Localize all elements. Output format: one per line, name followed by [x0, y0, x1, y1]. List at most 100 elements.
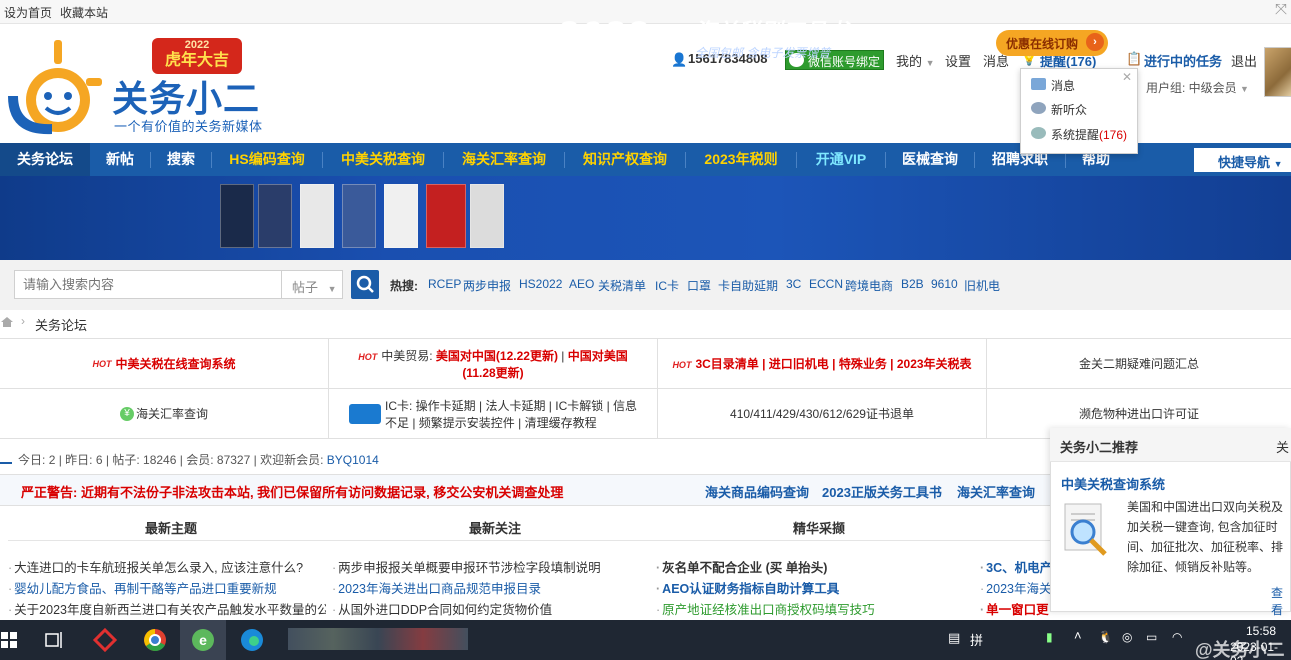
search-button[interactable] [351, 270, 379, 299]
recommend-description: 美国和中国进出口双向关税及加关税一键查询, 包含加征时间、加征批次、加征税率、排… [1127, 500, 1284, 574]
search-scope-select[interactable]: 帖子 ▼ [282, 270, 343, 299]
hot-tag[interactable]: 旧机电 [964, 277, 1000, 294]
battery-app-icon[interactable]: ▮ [1046, 630, 1053, 644]
book-image [258, 184, 292, 248]
nav-search[interactable]: 搜索 [151, 143, 211, 176]
order-online-button[interactable]: 优惠在线订购 › [996, 30, 1108, 56]
chevron-down-icon: ▼ [925, 58, 935, 68]
hot-icon: HOT [92, 358, 112, 369]
hot-tag[interactable]: 跨境电商 [845, 277, 893, 294]
breadcrumb-current[interactable]: 关务论坛 [35, 315, 87, 334]
list-item[interactable]: · 灰名单不配合企业 (买 单抬头) [656, 557, 974, 576]
list-item[interactable]: · 单一窗口更 [980, 599, 1050, 618]
avatar[interactable] [1264, 47, 1291, 97]
grid-cell[interactable]: HOT 中美关税在线查询系统 [0, 339, 329, 389]
hot-tag[interactable]: ECCN [809, 277, 843, 291]
hot-icon: HOT [672, 360, 692, 370]
input-method-icon[interactable]: 拼 [970, 630, 983, 649]
list-item[interactable]: · 婴幼儿配方食品、再制干酪等产品进口重要新规 [8, 578, 326, 597]
nav-sino-us-tariff[interactable]: 中美关税查询 [323, 143, 443, 176]
nav-new-posts[interactable]: 新帖 [90, 143, 150, 176]
list-item[interactable]: · 大连进口的卡车航班报关单怎么录入, 应该注意什么? [8, 557, 326, 576]
close-icon[interactable]: ✕ [1122, 70, 1132, 84]
close-icon[interactable]: ⤧ [1275, 1, 1287, 18]
wechat-icon[interactable]: ◎ [1122, 630, 1132, 644]
wifi-icon[interactable]: ◠ [1172, 630, 1182, 644]
nav-medical-device[interactable]: 医械查询 [886, 143, 974, 176]
pdf-icon[interactable]: ▤ [948, 630, 960, 646]
hot-tag[interactable]: HS2022 [519, 277, 562, 291]
recommend-header: 关务小二推荐 关 [1050, 428, 1291, 462]
hot-tag[interactable]: B2B [901, 277, 924, 291]
list-item[interactable]: · AEO认证财务指标自助计算工具 [656, 578, 974, 597]
bookmark-link[interactable]: 收藏本站 [60, 4, 108, 21]
hot-tag[interactable]: RCEP [428, 277, 461, 291]
forum-stats: 今日: 2 | 昨日: 6 | 帖子: 18246 | 会员: 87327 | … [0, 451, 379, 468]
promo-banner[interactable] [0, 176, 1291, 260]
nav-vip[interactable]: 开通VIP [797, 143, 885, 176]
quick-nav-button[interactable]: 快捷导航 ▼ [1194, 148, 1291, 172]
chart-icon [0, 454, 12, 464]
task-view-icon[interactable] [42, 626, 70, 654]
list-item[interactable]: · 关于2023年度自新西兰进口有关农产品触发水平数量的公 [8, 599, 326, 618]
yuan-icon: ¥ [119, 406, 134, 421]
list-item[interactable]: · 从国外进口DDP合同如何约定货物价值 [332, 599, 650, 618]
logout-link[interactable]: 退出 [1231, 51, 1257, 70]
home-icon[interactable] [0, 316, 14, 328]
hot-tag[interactable]: 卡自助延期 [718, 277, 778, 294]
list-item[interactable]: · 2023年海关 [980, 578, 1050, 597]
hot-tag[interactable]: 口罩 [687, 277, 711, 294]
hot-icon: HOT [358, 351, 378, 362]
notice-system[interactable]: 系统提醒(176) [1031, 126, 1127, 142]
browser-e-icon[interactable]: e [189, 626, 217, 654]
grid-cell[interactable]: 410/411/429/430/612/629证书退单 [658, 389, 987, 439]
nav-hs-code[interactable]: HS编码查询 [212, 143, 322, 176]
settings-link[interactable]: 设置 [945, 51, 971, 70]
site-name[interactable]: 关务小二 [112, 70, 260, 122]
hs-code-link[interactable]: 海关商品编码查询 [705, 482, 809, 501]
list-item[interactable]: · 3C、机电产 [980, 557, 1050, 576]
hot-tag[interactable]: AEO [569, 277, 594, 291]
book-image [300, 184, 334, 248]
recommend-title[interactable]: 中美关税查询系统 [1061, 474, 1165, 493]
nav-ip-query[interactable]: 知识产权查询 [565, 143, 685, 176]
logo-icon[interactable] [0, 38, 108, 138]
book-image [342, 184, 376, 248]
grid-cell[interactable]: IC卡: 操作卡延期 | 法人卡延期 | IC卡解锁 | 信息不足 | 频繁提示… [329, 389, 658, 439]
book-image [426, 184, 466, 248]
grid-cell[interactable]: 金关二期疑难问题汇总 [987, 339, 1291, 389]
set-home-link[interactable]: 设为首页 [4, 4, 52, 21]
list-item[interactable]: · 2023年海关进出口商品规范申报目录 [332, 578, 650, 597]
notice-new-followers[interactable]: 新听众 [1031, 101, 1087, 117]
chevron-up-icon[interactable]: ˄ [1074, 628, 1082, 643]
usergroup-label[interactable]: 用户组: 中级会员 ▼ [1146, 79, 1249, 96]
hot-tag[interactable]: IC卡 [655, 277, 679, 294]
mine-menu[interactable]: 我的 ▼ [896, 51, 935, 70]
edge-icon[interactable] [238, 626, 266, 654]
list-item[interactable]: · 原产地证经核准出口商授权码填写技巧 [656, 599, 974, 618]
hot-tag[interactable]: 关税清单 [598, 277, 646, 294]
app-red-icon[interactable] [91, 626, 119, 654]
hot-tag[interactable]: 两步申报 [463, 277, 511, 294]
nav-exchange-rate[interactable]: 海关汇率查询 [444, 143, 564, 176]
windows-start-icon[interactable] [0, 628, 25, 656]
grid-cell[interactable]: HOT 中美贸易: 美国对中国(12.22更新) | 中国对美国(11.28更新) [329, 339, 658, 389]
user-icon [1031, 102, 1046, 114]
notice-messages[interactable]: 消息 [1031, 77, 1075, 93]
qq-icon[interactable]: 🐧 [1098, 630, 1113, 644]
chrome-icon[interactable] [141, 626, 169, 654]
grid-cell[interactable]: ¥ 海关汇率查询 [0, 389, 329, 439]
nav-forum[interactable]: 关务论坛 [0, 143, 90, 176]
grid-cell[interactable]: HOT 3C目录清单 | 进口旧机电 | 特殊业务 | 2023年关税表 [658, 339, 987, 389]
hot-tag[interactable]: 9610 [931, 277, 958, 291]
recommend-more-link[interactable]: 查看 [1271, 584, 1291, 618]
battery-icon[interactable]: ▭ [1146, 630, 1157, 644]
list-item[interactable]: · 两步申报报关单概要申报环节涉检字段填制说明 [332, 557, 650, 576]
tasks-link[interactable]: 进行中的任务 [1144, 51, 1222, 70]
search-input[interactable] [14, 270, 282, 299]
nav-2023-tariff[interactable]: 2023年税则 [686, 143, 796, 176]
newest-member-link[interactable]: BYQ1014 [327, 453, 379, 467]
hot-tag[interactable]: 3C [786, 277, 801, 291]
exchange-rate-link[interactable]: 海关汇率查询 [957, 482, 1035, 501]
toolbook-link[interactable]: 2023正版关务工具书 [822, 482, 942, 501]
